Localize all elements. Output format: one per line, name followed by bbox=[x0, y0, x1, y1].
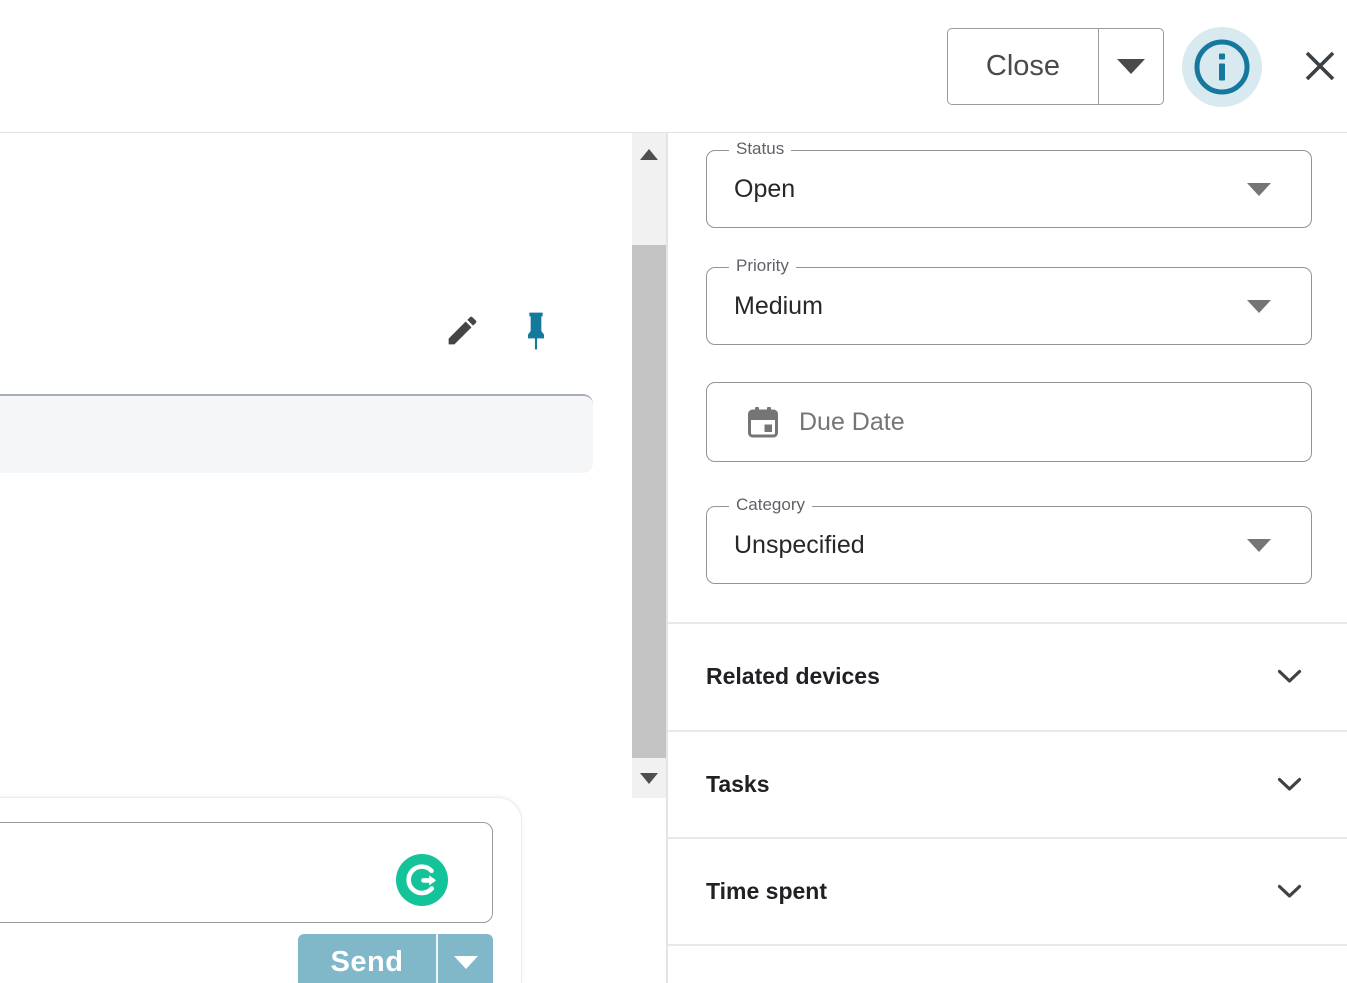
edit-title-button[interactable] bbox=[444, 312, 481, 354]
section-label: Tasks bbox=[706, 771, 770, 798]
send-button[interactable]: Send bbox=[298, 934, 436, 983]
collapsed-quote-block bbox=[0, 394, 593, 473]
priority-select[interactable]: Priority Medium bbox=[706, 267, 1312, 345]
category-value: Unspecified bbox=[707, 531, 865, 560]
status-value: Open bbox=[707, 175, 795, 204]
vertical-scrollbar[interactable] bbox=[632, 133, 666, 798]
section-label: Time spent bbox=[706, 878, 827, 905]
conversation-area: Send bbox=[0, 133, 632, 983]
dropdown-arrow-icon bbox=[454, 956, 478, 969]
status-label: Status bbox=[729, 139, 791, 159]
edit-pencil-icon bbox=[444, 312, 481, 349]
grammarly-button[interactable] bbox=[396, 854, 448, 906]
category-label: Category bbox=[729, 495, 812, 515]
due-date-placeholder: Due Date bbox=[799, 408, 905, 437]
scrollbar-up-icon[interactable] bbox=[640, 149, 658, 160]
category-select[interactable]: Category Unspecified bbox=[706, 506, 1312, 584]
dropdown-arrow-icon bbox=[1247, 539, 1271, 552]
close-ticket-button[interactable]: Close bbox=[948, 29, 1098, 104]
close-options-dropdown-button[interactable] bbox=[1099, 29, 1163, 104]
tasks-section-header[interactable]: Tasks bbox=[668, 731, 1347, 837]
dismiss-modal-button[interactable] bbox=[1300, 46, 1340, 86]
grammarly-icon bbox=[396, 854, 448, 906]
ticket-details-panel: Status Open Priority Medium Due Date Cat… bbox=[668, 133, 1347, 983]
send-options-dropdown-button[interactable] bbox=[438, 934, 493, 983]
status-select[interactable]: Status Open bbox=[706, 150, 1312, 228]
due-date-field[interactable]: Due Date bbox=[706, 382, 1312, 462]
chevron-down-icon bbox=[1276, 883, 1303, 900]
info-icon bbox=[1191, 36, 1253, 98]
close-split-button: Close bbox=[947, 28, 1164, 105]
send-button-label: Send bbox=[331, 946, 404, 979]
scrollbar-thumb[interactable] bbox=[632, 245, 666, 758]
close-button-label: Close bbox=[986, 50, 1060, 83]
section-divider bbox=[668, 944, 1347, 946]
dropdown-arrow-icon bbox=[1247, 300, 1271, 313]
ticket-modal: Close bbox=[0, 0, 1347, 983]
priority-value: Medium bbox=[707, 292, 823, 321]
related-devices-section-header[interactable]: Related devices bbox=[668, 623, 1347, 729]
info-button[interactable] bbox=[1182, 27, 1262, 107]
dropdown-arrow-icon bbox=[1117, 59, 1145, 74]
pin-icon bbox=[520, 309, 552, 353]
chevron-down-icon bbox=[1276, 776, 1303, 793]
pin-ticket-button[interactable] bbox=[520, 309, 552, 358]
calendar-icon bbox=[745, 404, 781, 440]
time-spent-section-header[interactable]: Time spent bbox=[668, 838, 1347, 944]
chevron-down-icon bbox=[1276, 668, 1303, 685]
priority-label: Priority bbox=[729, 256, 796, 276]
send-split-button: Send bbox=[298, 934, 493, 983]
section-label: Related devices bbox=[706, 663, 880, 690]
close-x-icon bbox=[1300, 46, 1340, 86]
dropdown-arrow-icon bbox=[1247, 183, 1271, 196]
modal-header: Close bbox=[0, 0, 1347, 133]
scrollbar-down-icon[interactable] bbox=[640, 773, 658, 784]
